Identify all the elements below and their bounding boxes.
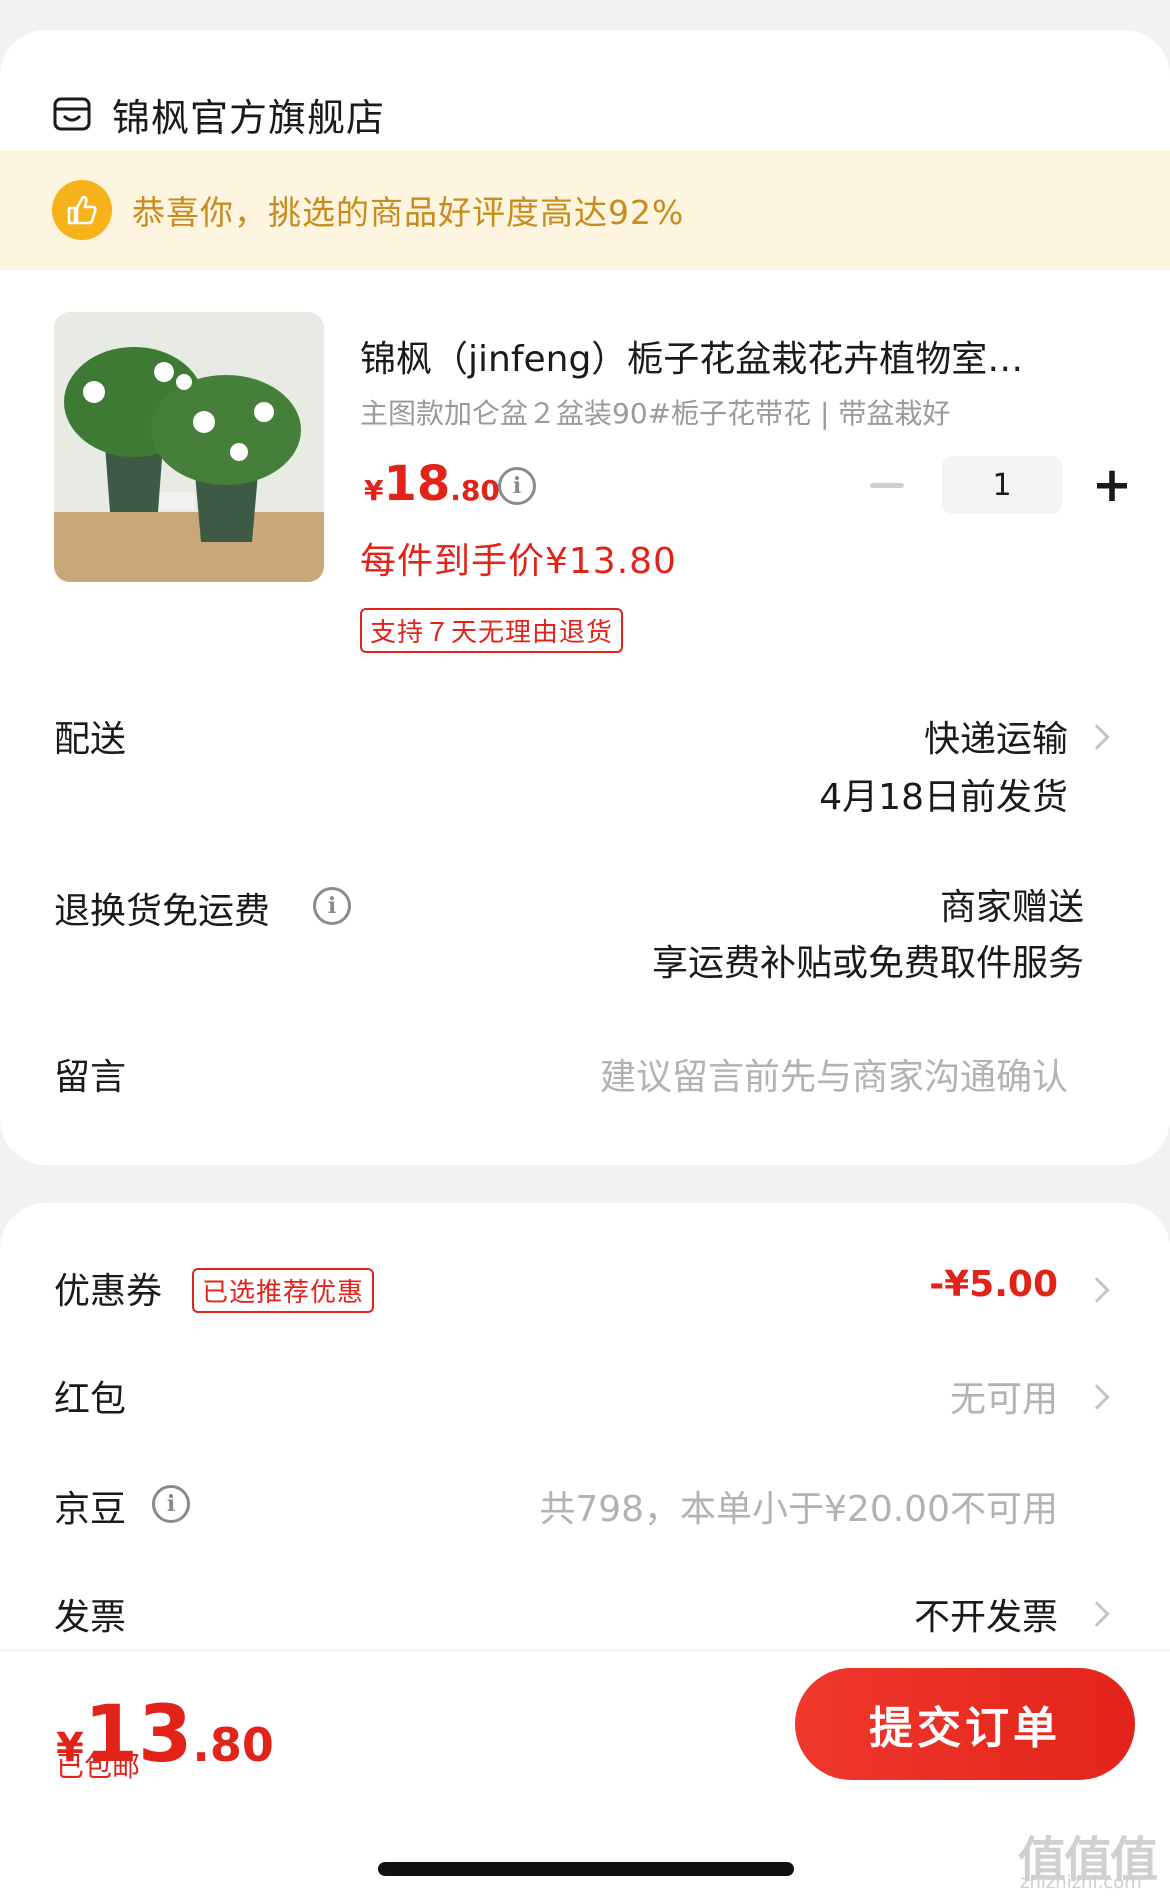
invoice-value[interactable]: 不开发票 bbox=[914, 1588, 1058, 1640]
rating-text: 恭喜你，挑选的商品好评度高达92% bbox=[132, 193, 685, 232]
store-name: 锦枫官方旗舰店 bbox=[112, 95, 386, 140]
price-int: 18 bbox=[383, 456, 451, 512]
product-image[interactable] bbox=[54, 312, 324, 582]
coupon-tag: 已选推荐优惠 bbox=[192, 1268, 375, 1313]
delivery-method[interactable]: 快递运输 bbox=[924, 710, 1068, 762]
decrease-button[interactable] bbox=[870, 482, 904, 488]
watermark-url: zhizhizhi.com bbox=[1020, 1872, 1142, 1893]
increase-button[interactable]: + bbox=[1082, 456, 1142, 514]
rating-banner: 恭喜你，挑选的商品好评度高达92% bbox=[0, 150, 1170, 270]
info-icon[interactable]: i bbox=[152, 1485, 190, 1523]
invoice-label: 发票 bbox=[54, 1597, 127, 1638]
home-indicator[interactable] bbox=[378, 1862, 794, 1876]
product-spec: 主图款加仑盆２盆装90#栀子花带花 | 带盆栽好 bbox=[360, 397, 951, 430]
redpacket-value[interactable]: 无可用 bbox=[950, 1370, 1058, 1422]
delivery-date: 4月18日前发货 bbox=[819, 777, 1068, 818]
shipping-note: 已包邮 bbox=[56, 1750, 141, 1783]
coupon-label: 优惠券 bbox=[54, 1271, 163, 1312]
submit-order-button[interactable]: 提交订单 bbox=[795, 1668, 1135, 1780]
footer bbox=[0, 1800, 1170, 1902]
thumbs-up-icon bbox=[52, 180, 112, 240]
return-fee-value: 商家赠送 bbox=[939, 887, 1084, 928]
coupon-value[interactable]: -¥5.00 bbox=[929, 1264, 1058, 1305]
jingdou-label: 京豆 bbox=[54, 1489, 127, 1530]
product-title[interactable]: 锦枫（jinfeng）栀子花盆栽花卉植物室… bbox=[360, 330, 1080, 382]
quantity-stepper: 1 + bbox=[870, 456, 1142, 514]
message-input[interactable]: 建议留言前先与商家沟通确认 bbox=[600, 1048, 1068, 1100]
store-icon bbox=[53, 97, 91, 131]
redpacket-label: 红包 bbox=[54, 1379, 127, 1420]
info-icon[interactable]: i bbox=[313, 887, 351, 925]
product-price: ¥ 18 .80 bbox=[364, 456, 500, 512]
price-dec: .80 bbox=[450, 474, 500, 507]
delivery-label: 配送 bbox=[54, 719, 127, 760]
message-label: 留言 bbox=[54, 1057, 127, 1098]
total-dec: .80 bbox=[192, 1718, 274, 1772]
quantity-value[interactable]: 1 bbox=[942, 456, 1062, 514]
return-policy-tag: 支持７天无理由退货 bbox=[360, 608, 624, 653]
final-price: 每件到手价¥13.80 bbox=[360, 541, 677, 582]
jingdou-value: 共798，本单小于¥20.00不可用 bbox=[539, 1489, 1058, 1530]
price-currency: ¥ bbox=[364, 474, 384, 507]
return-fee-label: 退换货免运费 bbox=[54, 891, 271, 932]
return-fee-detail: 享运费补贴或免费取件服务 bbox=[651, 943, 1084, 984]
info-icon[interactable]: i bbox=[498, 467, 536, 505]
